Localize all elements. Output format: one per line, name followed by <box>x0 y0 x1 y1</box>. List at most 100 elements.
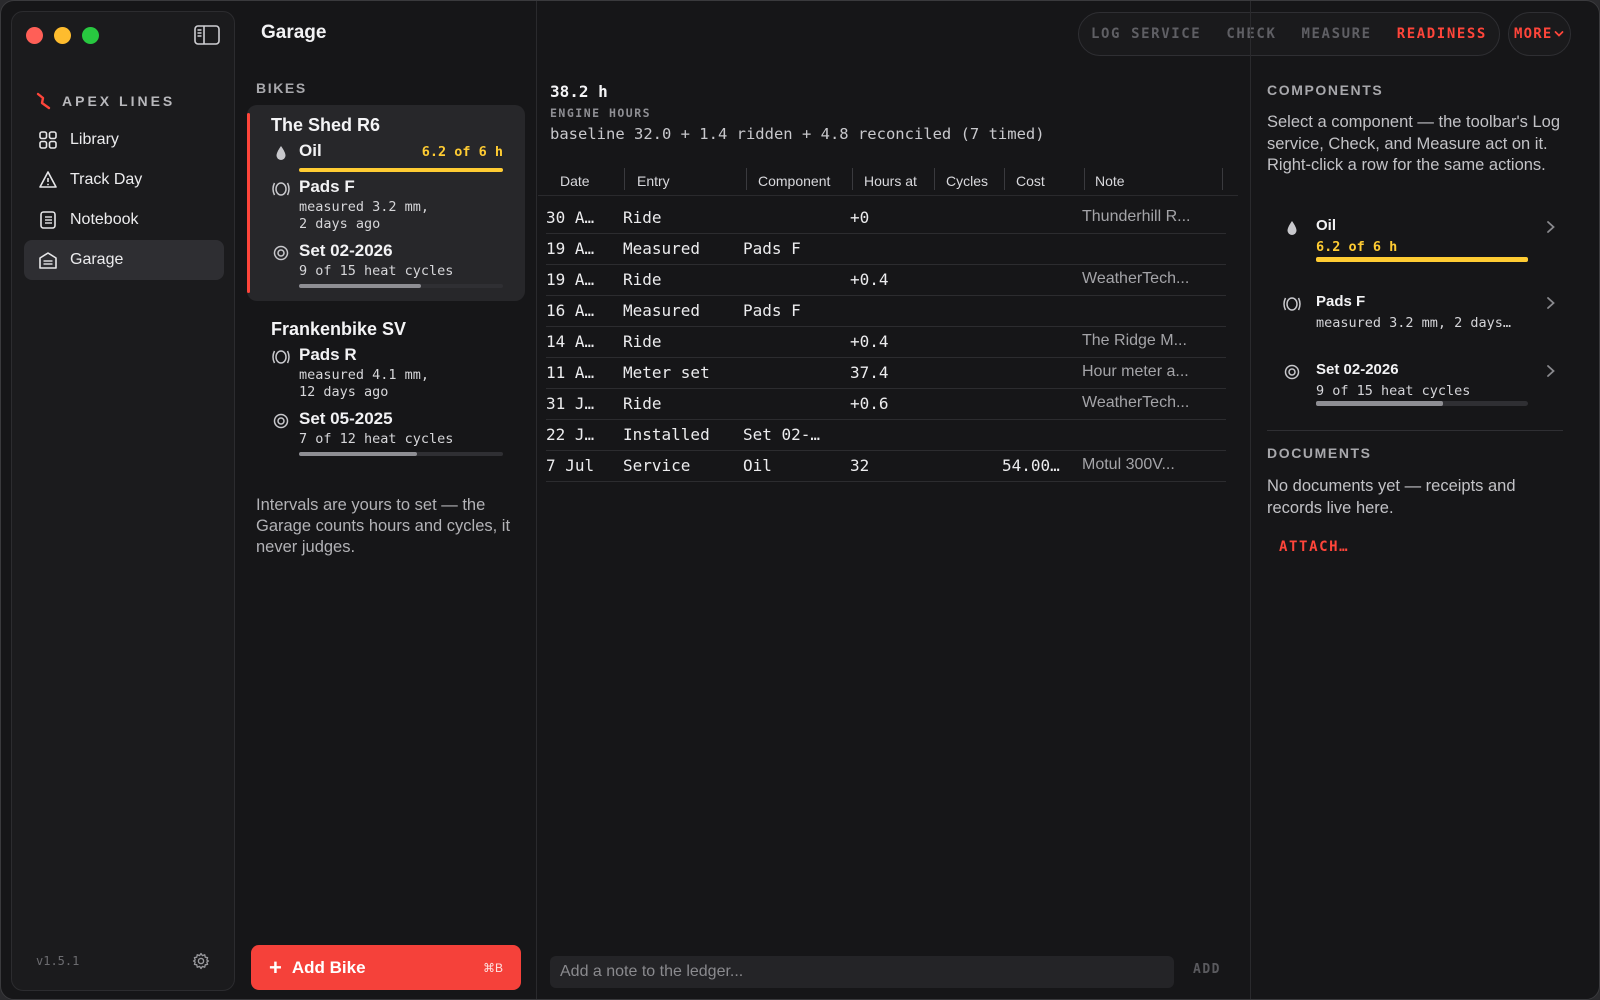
column-header-hours-at[interactable]: Hours at <box>864 170 917 192</box>
brand-name: APEX LINES <box>62 93 176 109</box>
nav-label: Garage <box>70 251 124 268</box>
keyboard-shortcut: ⌘B <box>482 960 503 975</box>
table-row[interactable]: 19 A… Measured Pads F <box>546 234 1226 265</box>
cell-component: Pads F <box>743 301 801 320</box>
column-divider <box>1004 168 1005 190</box>
heat-cycle-progress-bar <box>1316 401 1528 406</box>
documents-empty-text: No documents yet — receipts and records … <box>1267 477 1516 517</box>
heat-cycle-progress-bar <box>299 452 503 456</box>
inspector-component-oil[interactable]: Oil 6.2 of 6 h <box>1282 217 1555 267</box>
ledger-note-input[interactable] <box>550 956 1174 988</box>
column-header-entry[interactable]: Entry <box>637 170 670 192</box>
component-pads-f[interactable]: Pads F measured 3.2 mm, 2 days ago <box>271 177 517 233</box>
component-title: Pads F <box>299 177 355 196</box>
cell-entry: Ride <box>623 394 662 413</box>
cell-hours-at: 32 <box>850 456 870 475</box>
add-note-button[interactable]: ADD <box>1193 962 1221 977</box>
tire-icon <box>273 413 289 429</box>
chevron-right-icon <box>1547 365 1555 377</box>
plus-icon: + <box>269 954 282 980</box>
chevron-right-icon <box>1547 221 1555 233</box>
nav-item-track-day[interactable]: Track Day <box>24 160 224 200</box>
add-bike-button[interactable]: + Add Bike ⌘B <box>251 945 521 990</box>
cell-note: Thunderhill R... <box>1082 208 1191 225</box>
nav-item-notebook[interactable]: Notebook <box>24 200 224 240</box>
cell-entry: Measured <box>623 301 701 320</box>
component-oil[interactable]: Oil 6.2 of 6 h <box>271 141 517 173</box>
oil-progress-fill <box>1316 257 1528 262</box>
column-divider <box>624 168 625 190</box>
minimize-window-button[interactable] <box>54 27 71 44</box>
notebook-icon <box>40 211 56 229</box>
cell-note: Hour meter a... <box>1082 363 1189 380</box>
heat-cycle-progress-fill <box>299 452 418 456</box>
engine-hours-value: 38.2 h <box>550 82 608 101</box>
section-divider <box>1267 430 1563 431</box>
inspector-panel: COMPONENTS Select a component — the tool… <box>1252 1 1599 999</box>
column-header-cycles[interactable]: Cycles <box>946 170 988 192</box>
bike-name: The Shed R6 <box>271 115 381 135</box>
nav-item-library[interactable]: Library <box>24 120 224 160</box>
nav-label: Track Day <box>70 171 143 188</box>
components-description: Select a component — the toolbar's Log s… <box>1267 113 1560 174</box>
close-window-button[interactable] <box>26 27 43 44</box>
heat-cycle-progress-fill <box>1316 401 1444 406</box>
zoom-window-button[interactable] <box>82 27 99 44</box>
nav-item-garage[interactable]: Garage <box>24 240 224 280</box>
selected-indicator <box>247 113 250 293</box>
cell-note: Motul 300V... <box>1082 456 1175 473</box>
column-divider <box>934 168 935 190</box>
oil-drop-icon <box>1287 221 1297 235</box>
app-window: APEX LINES Library Track Day Notebook Ga… <box>0 0 1600 1000</box>
column-divider <box>852 168 853 190</box>
table-row[interactable]: 16 A… Measured Pads F <box>546 296 1226 327</box>
component-tire-set[interactable]: Set 02-2026 9 of 15 heat cycles <box>271 241 517 291</box>
component-subtitle: measured 3.2 mm, 2 days… <box>1316 315 1512 331</box>
sidebar-nav: Library Track Day Notebook Garage <box>24 120 224 280</box>
component-title: Set 02-2026 <box>1316 361 1399 378</box>
brake-pad-icon <box>272 350 290 364</box>
component-title: Oil <box>299 141 322 160</box>
heat-cycle-progress-bar <box>299 284 503 288</box>
cell-date: 19 A… <box>546 239 595 258</box>
component-tire-set[interactable]: Set 05-2025 7 of 12 heat cycles <box>271 409 517 459</box>
cell-component: Pads F <box>743 239 801 258</box>
column-header-component[interactable]: Component <box>758 170 830 192</box>
oil-progress-fill <box>299 168 503 172</box>
app-version: v1.5.1 <box>36 954 80 968</box>
attach-button[interactable]: ATTACH… <box>1279 539 1349 555</box>
table-row[interactable]: 31 J… Ride +0.6 WeatherTech... <box>546 389 1226 420</box>
table-row[interactable]: 30 A… Ride +0 Thunderhill R... <box>546 203 1226 234</box>
table-row[interactable]: 11 A… Meter set 37.4 Hour meter a... <box>546 358 1226 389</box>
table-row[interactable]: 22 J… Installed Set 02-… <box>546 420 1226 451</box>
cell-hours-at: +0.4 <box>850 270 889 289</box>
table-row[interactable]: 7 Jul Service Oil 32 54.00… Motul 300V... <box>546 451 1226 482</box>
cell-entry: Meter set <box>623 363 710 382</box>
column-header-date[interactable]: Date <box>560 170 590 192</box>
column-header-cost[interactable]: Cost <box>1016 170 1045 192</box>
cell-date: 19 A… <box>546 270 595 289</box>
cell-entry: Installed <box>623 425 710 444</box>
oil-progress-bar <box>299 168 503 172</box>
bike-card-frankenbike-sv[interactable]: Frankenbike SV Pads R measured 4.1 mm, 1… <box>247 307 525 467</box>
bike-card-the-shed-r6[interactable]: The Shed R6 Oil 6.2 of 6 h Pads F measur… <box>247 105 525 301</box>
inspector-component-pads-f[interactable]: Pads F measured 3.2 mm, 2 days… <box>1282 293 1555 337</box>
column-header-note[interactable]: Note <box>1095 170 1125 192</box>
cell-date: 7 Jul <box>546 456 595 475</box>
bikes-column: Garage BIKES The Shed R6 Oil 6.2 of 6 h <box>237 1 537 999</box>
cell-date: 30 A… <box>546 208 595 227</box>
component-subtitle: 9 of 15 heat cycles <box>299 263 454 279</box>
sidebar-toggle-icon[interactable] <box>194 25 220 45</box>
gear-icon[interactable] <box>192 952 210 970</box>
cell-date: 16 A… <box>546 301 595 320</box>
inspector-component-tire-set[interactable]: Set 02-2026 9 of 15 heat cycles <box>1282 361 1555 411</box>
component-pads-r[interactable]: Pads R measured 4.1 mm, 12 days ago <box>271 345 517 401</box>
cell-component: Set 02-… <box>743 425 821 444</box>
cell-component: Oil <box>743 456 772 475</box>
table-row[interactable]: 19 A… Ride +0.4 WeatherTech... <box>546 265 1226 296</box>
cell-date: 22 J… <box>546 425 595 444</box>
component-subtitle-line1: measured 3.2 mm, <box>299 199 430 215</box>
component-title: Set 05-2025 <box>299 409 393 428</box>
cell-hours-at: +0.4 <box>850 332 889 351</box>
table-row[interactable]: 14 A… Ride +0.4 The Ridge M... <box>546 327 1226 358</box>
